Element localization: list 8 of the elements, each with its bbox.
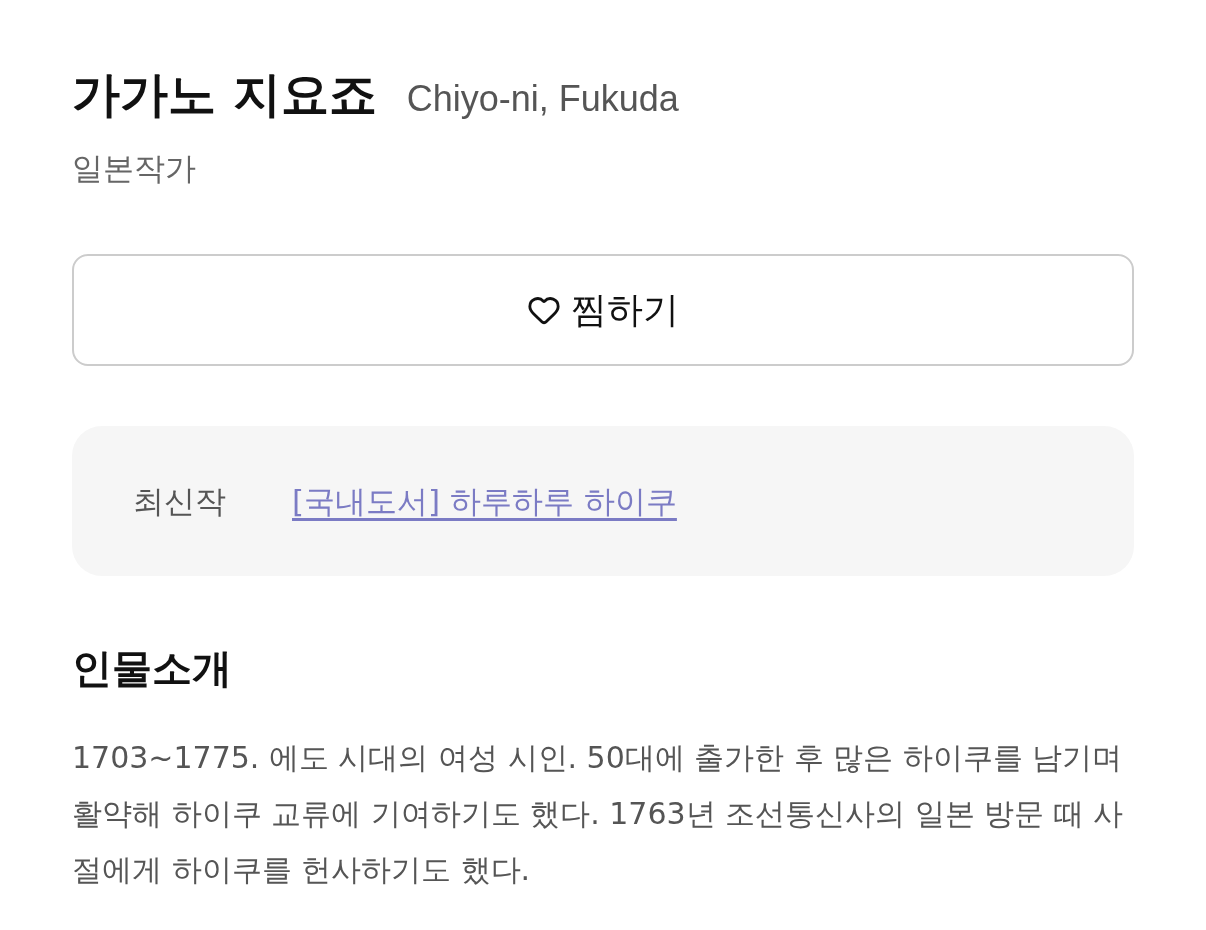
latest-work-label: 최신작 bbox=[133, 481, 226, 521]
author-original-name: Chiyo-ni, Fukuda bbox=[406, 77, 679, 121]
author-name: 가가노 지요죠 bbox=[72, 65, 377, 124]
latest-work-link[interactable]: [국내도서] 하루하루 하이쿠 bbox=[292, 477, 677, 525]
wishlist-button[interactable]: 찜하기 bbox=[72, 254, 1134, 366]
biography-text: 1703~1775. 에도 시대의 여성 시인. 50대에 출가한 후 많은 하이쿠를 남기며 활약해 하이쿠 교류에 기여하기도 했다. 1763년 조선통신사의 일본 방문 때 사절에게 하이쿠를 헌사하기도 했다. bbox=[72, 739, 1125, 889]
biography-heading: 인물소개 bbox=[72, 644, 233, 693]
author-category: 일본작가 bbox=[72, 150, 196, 186]
